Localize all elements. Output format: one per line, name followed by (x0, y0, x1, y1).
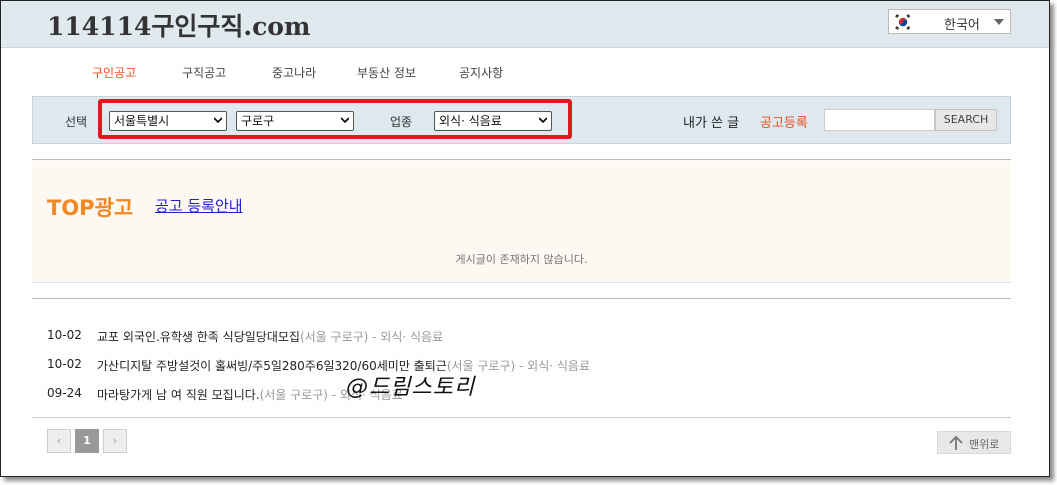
prev-page-button[interactable]: ‹ (47, 429, 71, 453)
top-ad-section: TOP광고 공고 등록안내 게시글이 존재하지 않습니다. (32, 161, 1011, 283)
listing-date: 10-02 (47, 328, 82, 342)
search-input[interactable] (824, 109, 935, 131)
listing-title[interactable]: 교포 외국인.유학생 한족 식당일당대모집 (97, 330, 300, 344)
divider (32, 159, 1011, 160)
listing-meta: (서울 구로구) - 외식· 식음료 (299, 330, 444, 344)
listing-date: 09-24 (47, 386, 82, 400)
register-ad-link[interactable]: 공고등록 (760, 112, 808, 131)
empty-message: 게시글이 존재하지 않습니다. (455, 253, 588, 266)
page-frame: 114114구인구직.com 한국어 구인공고 구직공고 중고나라 부동산 정보… (0, 0, 1050, 477)
watermark: @드림스토리 (346, 375, 476, 400)
back-to-top-button[interactable]: 맨위로 (937, 431, 1011, 454)
search-button[interactable]: SEARCH (935, 109, 997, 131)
site-logo[interactable]: 114114구인구직.com (47, 7, 310, 43)
nav-item-job-offers[interactable]: 구인공고 (92, 64, 136, 81)
page-number-current[interactable]: 1 (75, 429, 99, 453)
nav-item-real-estate[interactable]: 부동산 정보 (357, 64, 416, 81)
chevron-down-icon (994, 19, 1004, 25)
divider (32, 298, 1011, 299)
listing-title[interactable]: 마라탕가게 남 여 직원 모집니다. (97, 388, 260, 402)
nav-item-job-seekers[interactable]: 구직공고 (182, 64, 226, 81)
ad-guide-link[interactable]: 공고 등록안내 (155, 195, 243, 216)
divider (32, 417, 1011, 418)
filter-bar: 선택 서울특별시 구로구 업종 외식· 식음료 내가 쓴 글 공고등록 SEAR… (32, 96, 1011, 144)
korea-flag-icon (894, 13, 912, 31)
next-page-button[interactable]: › (103, 429, 127, 453)
highlight-box (98, 99, 572, 139)
arrow-up-icon (949, 435, 963, 450)
language-label: 한국어 (944, 18, 980, 33)
my-posts-link[interactable]: 내가 쓴 글 (683, 112, 739, 131)
select-label: 선택 (65, 115, 88, 129)
back-to-top-label: 맨위로 (969, 438, 1000, 451)
nav-item-notices[interactable]: 공지사항 (459, 64, 503, 81)
top-bar: 114114구인구직.com 한국어 (1, 1, 1049, 48)
language-select[interactable]: 한국어 (888, 9, 1011, 34)
nav-item-used-market[interactable]: 중고나라 (272, 64, 316, 81)
top-ad-title: TOP광고 (47, 196, 134, 220)
listing-date: 10-02 (47, 357, 82, 371)
